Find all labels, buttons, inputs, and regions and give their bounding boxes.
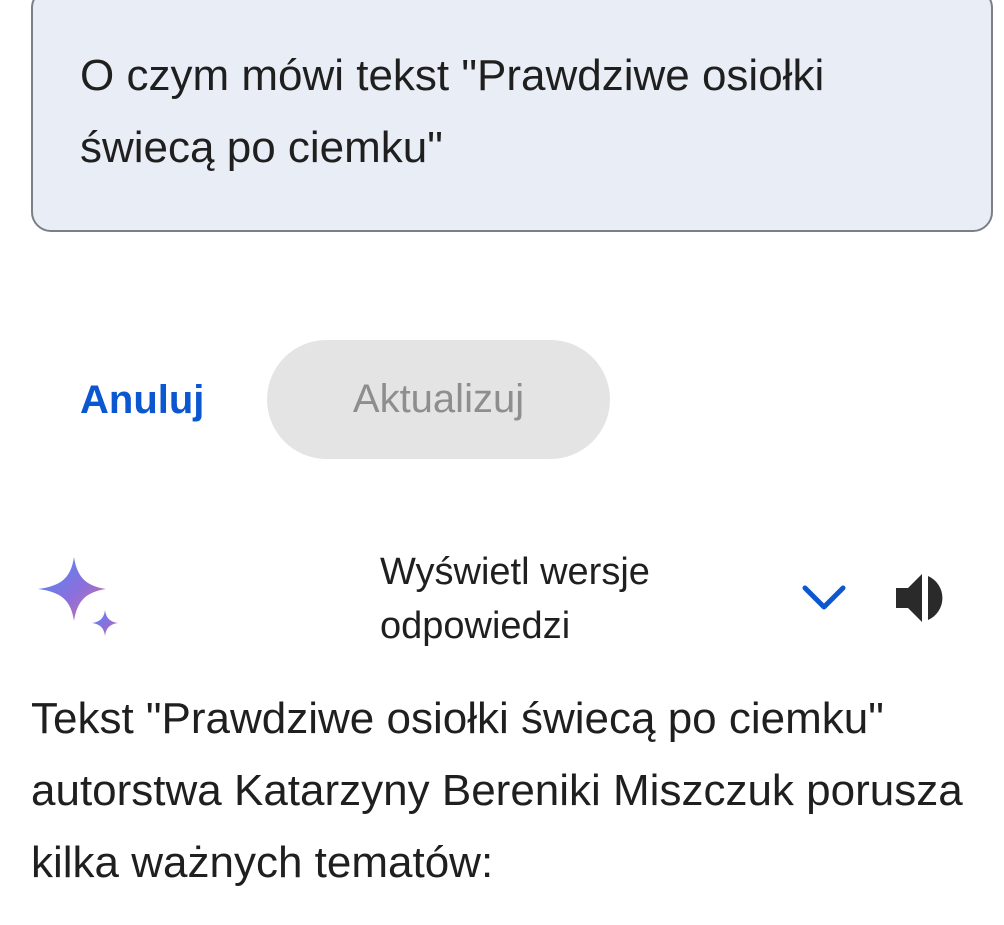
chat-page: O czym mówi tekst "Prawdziwe osiołki świ…: [0, 0, 1004, 925]
update-button[interactable]: Aktualizuj: [267, 340, 610, 459]
cancel-button[interactable]: Anuluj: [62, 355, 222, 445]
speaker-icon[interactable]: [892, 568, 952, 628]
chevron-down-icon[interactable]: [800, 578, 848, 618]
prompt-edit-field[interactable]: O czym mówi tekst "Prawdziwe osiołki świ…: [80, 40, 960, 184]
view-versions-toggle[interactable]: Wyświetl wersje odpowiedzi: [380, 545, 720, 653]
gemini-sparkle-icon: [38, 557, 118, 636]
prompt-edit-box[interactable]: O czym mówi tekst "Prawdziwe osiołki świ…: [31, 0, 993, 232]
response-text: Tekst "Prawdziwe osiołki świecą po ciemk…: [31, 694, 963, 887]
